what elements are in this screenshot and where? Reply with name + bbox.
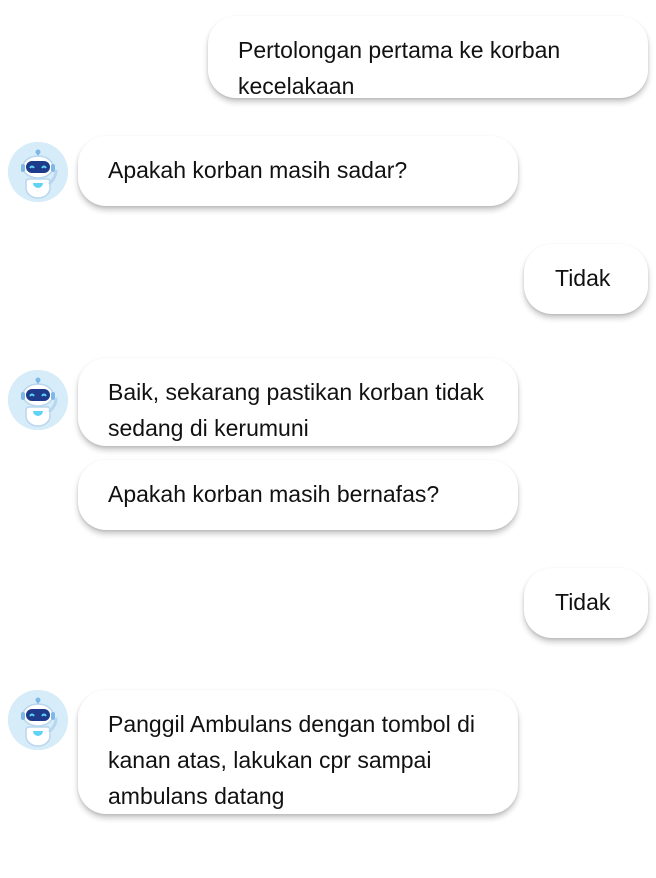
bot-message-bubble: Apakah korban masih bernafas? [78, 460, 518, 530]
message-text: Baik, sekarang pastikan korban tidak sed… [108, 379, 484, 441]
user-message-bubble: Tidak [524, 568, 648, 638]
message-text: Panggil Ambulans dengan tombol di kanan … [108, 711, 475, 809]
bot-avatar [8, 690, 68, 750]
user-message-bubble: Tidak [524, 244, 648, 314]
message-text: Tidak [555, 265, 611, 291]
bot-message-bubble: Panggil Ambulans dengan tombol di kanan … [78, 690, 518, 814]
message-text: Pertolongan pertama ke korban kecelakaan [238, 37, 561, 99]
chat-screen: { "messages": [ {"sender": "user", "text… [0, 0, 656, 878]
bot-message-bubble: Baik, sekarang pastikan korban tidak sed… [78, 358, 518, 446]
message-text: Apakah korban masih sadar? [108, 157, 408, 183]
bot-avatar [8, 142, 68, 202]
robot-icon [8, 370, 68, 430]
bot-message-bubble: Apakah korban masih sadar? [78, 136, 518, 206]
message-text: Apakah korban masih bernafas? [108, 481, 440, 507]
robot-icon [8, 142, 68, 202]
robot-icon [8, 690, 68, 750]
message-text: Tidak [555, 589, 611, 615]
user-message-bubble: Pertolongan pertama ke korban kecelakaan [208, 16, 648, 99]
bot-avatar [8, 370, 68, 430]
